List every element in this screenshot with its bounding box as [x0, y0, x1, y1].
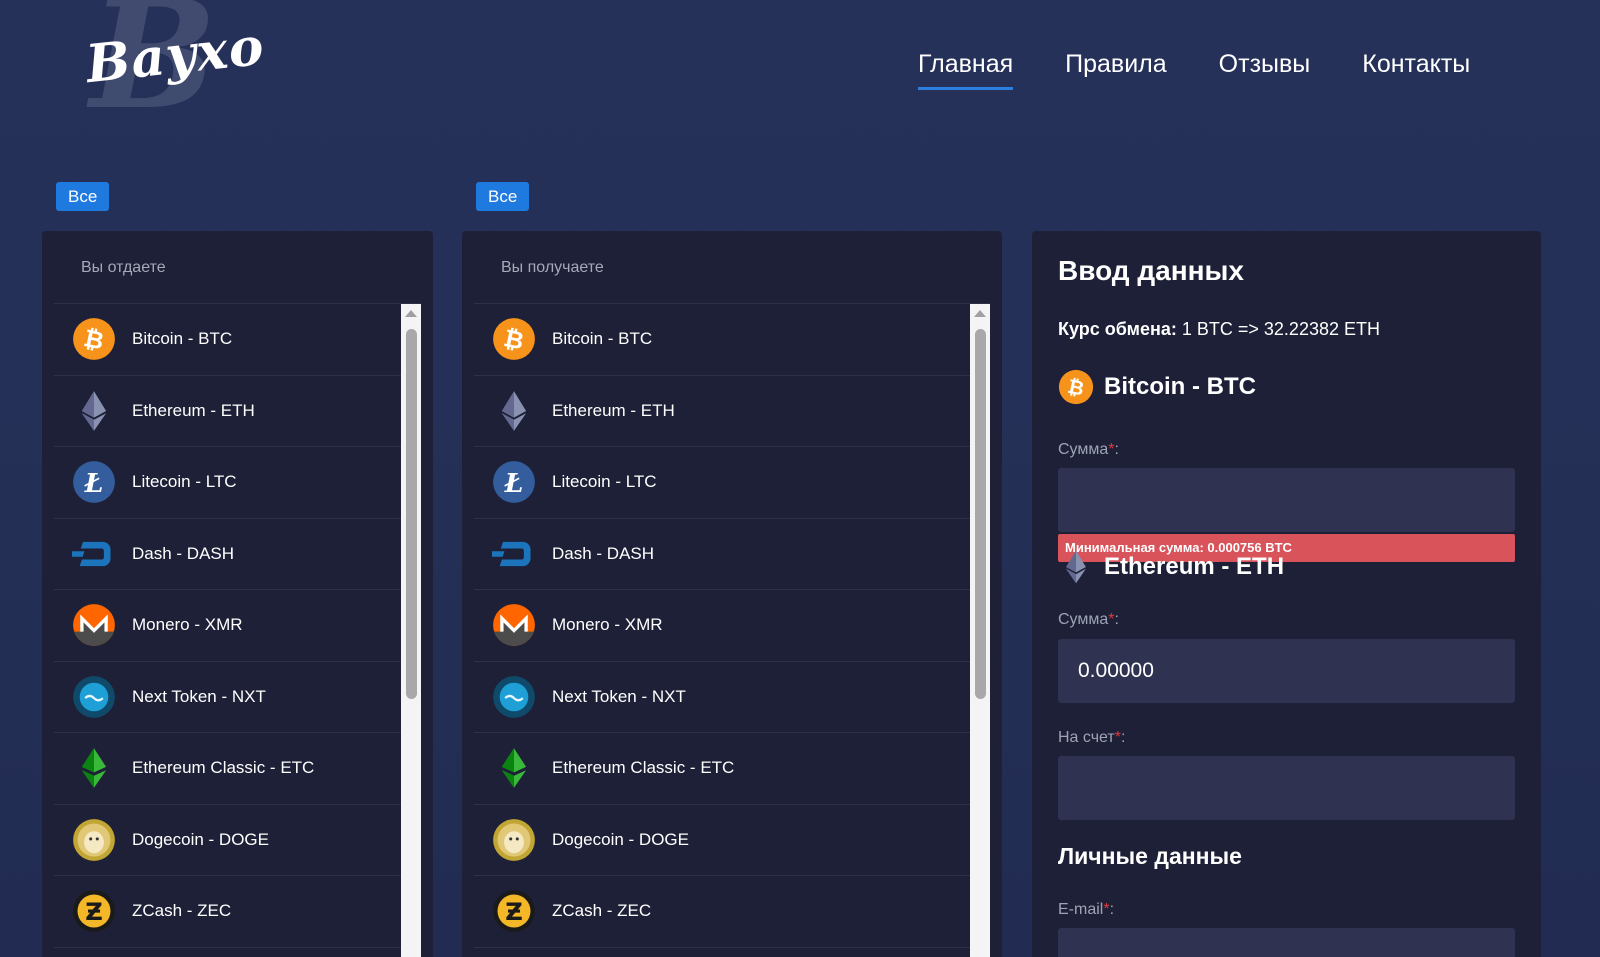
- give-currency-row[interactable]: Ethereum Classic - ETC: [54, 733, 401, 805]
- form-title: Ввод данных: [1058, 255, 1245, 286]
- currency-label: Next Token - NXT: [132, 686, 266, 706]
- svg-text:Ƶ: Ƶ: [505, 898, 523, 926]
- svg-text:Ł: Ł: [504, 468, 524, 499]
- currency-label: Ethereum - ETH: [132, 400, 255, 420]
- get-panel: Вы получаете ₿ Bitcoin - BTC Ethereum - ET…: [462, 231, 1002, 957]
- currency-label: Ethereum Classic - ETC: [132, 758, 315, 778]
- litecoin-icon: Ł: [72, 460, 116, 504]
- bitcoin-icon: ₿: [1058, 369, 1094, 405]
- zcash-icon: Ƶ: [72, 889, 116, 933]
- get-currency-row[interactable]: Next Token - NXT: [474, 662, 970, 733]
- currency-label: ZCash - ZEC: [132, 901, 232, 921]
- monero-icon: [492, 603, 536, 647]
- give-filter-all-button[interactable]: Все: [56, 182, 110, 211]
- currency-label: Ethereum Classic - ETC: [552, 758, 735, 778]
- give-currency-row[interactable]: Monero - XMR: [54, 590, 401, 662]
- get-currency-row[interactable]: Ƶ ZCash - ZEC: [474, 876, 970, 948]
- currency-label: Bitcoin - BTC: [132, 329, 233, 349]
- ethereum-icon: [1058, 549, 1094, 585]
- scroll-thumb[interactable]: [975, 329, 986, 699]
- nav-contacts[interactable]: Контакты: [1362, 50, 1470, 90]
- nav-reviews[interactable]: Отзывы: [1219, 50, 1311, 90]
- dogecoin-icon: [492, 818, 536, 862]
- dash-icon: [72, 532, 116, 576]
- give-currency-row[interactable]: Next Token - NXT: [54, 662, 401, 733]
- get-currency-row[interactable]: Dogecoin - DOGE: [474, 805, 970, 876]
- currency-label: Litecoin - LTC: [132, 472, 237, 492]
- currency-label: ZCash - ZEC: [552, 901, 652, 921]
- get-panel-title: Вы получаете: [474, 231, 990, 304]
- ethereum-icon: [492, 389, 536, 433]
- get-currency-row[interactable]: Ethereum Classic - ETC: [474, 733, 970, 805]
- currency-label: Monero - XMR: [132, 615, 243, 635]
- to-amount-input[interactable]: [1058, 639, 1515, 703]
- get-currency-row[interactable]: Ethereum - ETH: [474, 376, 970, 447]
- give-list-scrollbar[interactable]: [401, 304, 421, 957]
- logo-text: Bayxo: [83, 15, 268, 96]
- from-amount-input[interactable]: [1058, 468, 1515, 532]
- bitcoin-icon: ₿: [492, 317, 536, 361]
- dash-icon: [492, 532, 536, 576]
- account-input[interactable]: [1058, 756, 1515, 820]
- get-filter-all-button[interactable]: Все: [476, 182, 530, 211]
- rate-value: 1 BTC => 32.22382 ETH: [1181, 319, 1380, 339]
- scroll-up-arrow-icon[interactable]: [405, 310, 417, 317]
- get-currency-list: ₿ Bitcoin - BTC Ethereum - ETH Ł Litecoin - …: [474, 304, 970, 957]
- give-currency-row[interactable]: Ethereum - ETH: [54, 376, 401, 447]
- personal-data-title: Личные данные: [1058, 843, 1242, 869]
- give-currency-row[interactable]: ₿ Bitcoin - BTC: [54, 304, 401, 376]
- get-currency-row[interactable]: Dash - DASH: [474, 519, 970, 590]
- svg-text:Ƶ: Ƶ: [85, 898, 103, 926]
- site-logo[interactable]: B Bayxo: [80, 0, 267, 135]
- from-currency: ₿ Bitcoin - BTC: [1058, 369, 1256, 405]
- currency-label: Dogecoin - DOGE: [552, 829, 689, 849]
- dogecoin-icon: [72, 818, 116, 862]
- currency-label: Monero - XMR: [552, 615, 663, 635]
- currency-label: Litecoin - LTC: [552, 472, 657, 492]
- get-currency-row[interactable]: Ł Litecoin - LTC: [474, 447, 970, 519]
- to-currency-label: Ethereum - ETH: [1104, 553, 1285, 580]
- ethereum-classic-icon: [72, 746, 116, 790]
- give-currency-row[interactable]: Dogecoin - DOGE: [54, 805, 401, 876]
- zcash-icon: Ƶ: [492, 889, 536, 933]
- get-list-scrollbar[interactable]: [970, 304, 990, 957]
- currency-label: Dash - DASH: [552, 543, 655, 563]
- nxt-icon: [72, 675, 116, 719]
- give-currency-row[interactable]: Ƶ ZCash - ZEC: [54, 876, 401, 948]
- litecoin-icon: Ł: [492, 460, 536, 504]
- exchange-form: Ввод данных Курс обмена: 1 BTC => 32.223…: [1032, 231, 1541, 957]
- email-label: E-mail*:: [1058, 901, 1115, 918]
- from-amount-label: Сумма*:: [1058, 441, 1119, 458]
- currency-label: Bitcoin - BTC: [552, 329, 653, 349]
- to-amount-label: Сумма*:: [1058, 611, 1119, 628]
- account-label: На счет*:: [1058, 729, 1126, 746]
- main-nav: Главная Правила Отзывы Контакты: [918, 50, 1470, 90]
- to-currency: Ethereum - ETH: [1058, 549, 1284, 585]
- nxt-icon: [492, 675, 536, 719]
- scroll-thumb[interactable]: [406, 329, 417, 699]
- scroll-up-arrow-icon[interactable]: [974, 310, 986, 317]
- give-currency-row[interactable]: Dash - DASH: [54, 519, 401, 590]
- get-currency-row[interactable]: ₿ Bitcoin - BTC: [474, 304, 970, 376]
- currency-label: Dash - DASH: [132, 543, 235, 563]
- give-panel-title: Вы отдаете: [54, 231, 421, 304]
- give-currency-row[interactable]: Ł Litecoin - LTC: [54, 447, 401, 519]
- ethereum-classic-icon: [492, 746, 536, 790]
- currency-label: Next Token - NXT: [552, 686, 686, 706]
- currency-label: Dogecoin - DOGE: [132, 829, 269, 849]
- exchange-rate: Курс обмена: 1 BTC => 32.22382 ETH: [1058, 319, 1380, 340]
- nav-rules[interactable]: Правила: [1065, 50, 1167, 90]
- ethereum-icon: [72, 389, 116, 433]
- nav-home[interactable]: Главная: [918, 50, 1014, 90]
- rate-label: Курс обмена:: [1058, 319, 1177, 339]
- bitcoin-icon: ₿: [72, 317, 116, 361]
- give-currency-list: ₿ Bitcoin - BTC Ethereum - ETH Ł Litecoin - …: [54, 304, 401, 957]
- monero-icon: [72, 603, 116, 647]
- from-currency-label: Bitcoin - BTC: [1104, 373, 1256, 400]
- give-panel: Вы отдаете ₿ Bitcoin - BTC Ethereum - ETH Ł…: [42, 231, 433, 957]
- email-input[interactable]: [1058, 928, 1515, 957]
- currency-label: Ethereum - ETH: [552, 400, 675, 420]
- get-currency-row[interactable]: Monero - XMR: [474, 590, 970, 662]
- svg-text:Ł: Ł: [84, 468, 104, 499]
